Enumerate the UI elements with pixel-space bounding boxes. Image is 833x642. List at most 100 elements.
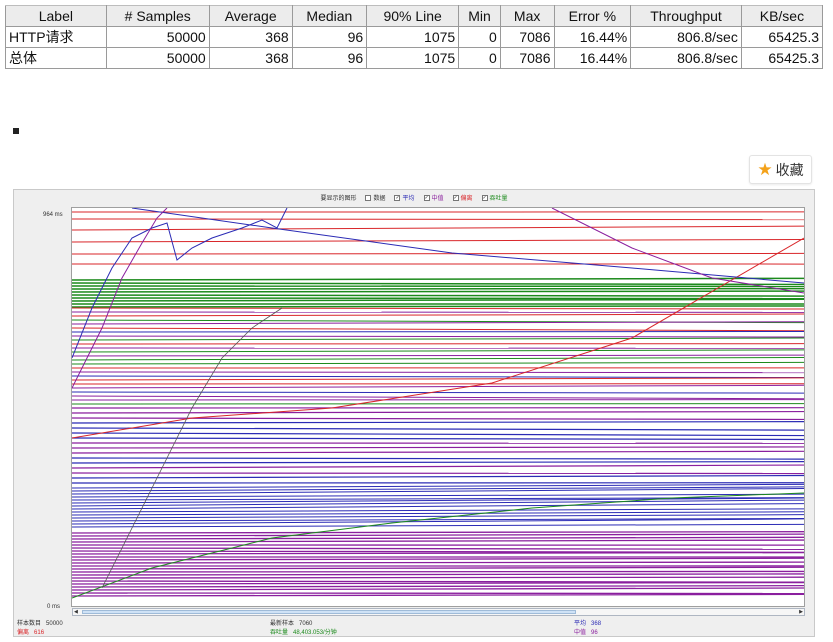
graph-line [72, 354, 804, 357]
table-cell: 0 [458, 47, 501, 69]
median-line [72, 573, 804, 576]
column-header: # Samples [105, 5, 210, 27]
deviation-line [72, 238, 804, 243]
y-axis-min-label: 0 ms [47, 604, 61, 610]
legend-label: 偏离 [460, 196, 473, 202]
graph-line [72, 437, 804, 441]
median-line [72, 593, 804, 597]
table-cell: 50000 [105, 47, 210, 69]
legend-checkbox[interactable]: ✓ [423, 194, 430, 201]
table-cell: 7086 [499, 26, 555, 48]
average-line [72, 523, 804, 528]
legend-title: 要显示的图形 [320, 196, 357, 202]
graph-legend: 要显示的图形 数据 ✓ 平均 ✓ 中值 ✓ 偏离 ✓ 吞吐量 [14, 193, 814, 202]
stat-deviation: 偏离 616 [17, 630, 45, 636]
stat-average: 平均 368 [574, 621, 602, 627]
median-line [72, 580, 804, 583]
table-cell: 总体 [5, 47, 107, 69]
throughput-line [72, 305, 804, 308]
graph-line [72, 457, 804, 460]
median-line [72, 533, 804, 537]
graph-line [72, 474, 804, 479]
table-cell: 96 [291, 26, 368, 48]
table-cell: 368 [208, 26, 293, 48]
table-cell: 96 [291, 47, 368, 69]
table-cell: 806.8/sec [630, 47, 742, 69]
column-header: Label [5, 5, 107, 27]
median-curve [551, 208, 804, 294]
scroll-left-icon[interactable]: ◀ [74, 609, 78, 615]
table-row: HTTP请求 50000 368 96 1075 0 7086 16.44% 806.8/sec… [5, 26, 824, 48]
median-line [72, 557, 804, 561]
legend-label: 吞吐量 [489, 196, 508, 202]
graph-line [72, 391, 804, 394]
favorite-button[interactable]: ★ 收藏 [749, 155, 812, 184]
table-cell: HTTP请求 [5, 26, 107, 48]
median-line [72, 539, 804, 543]
throughput-line [72, 298, 804, 302]
graph-line [72, 313, 804, 317]
throughput-line [72, 297, 804, 300]
average-line [72, 514, 804, 519]
graph-lines [72, 208, 804, 599]
legend-checkbox[interactable]: ✓ [394, 194, 401, 201]
table-cell: 16.44% [553, 47, 632, 69]
graph-plot-area [71, 207, 805, 607]
column-header: Throughput [630, 5, 742, 27]
star-icon: ★ [757, 160, 773, 179]
deviation-line [72, 252, 804, 255]
table-cell: 16.44% [553, 26, 632, 48]
legend-label: 平均 [402, 196, 415, 202]
table-cell: 0 [458, 26, 501, 48]
legend-label: 数据 [373, 196, 386, 202]
scrollbar-thumb[interactable] [82, 610, 576, 614]
graph-line [72, 307, 804, 310]
median-line [72, 585, 804, 588]
graph-line [72, 327, 804, 332]
legend-item[interactable]: ✓ 中值 [423, 193, 444, 202]
legend-item[interactable]: 数据 [365, 193, 385, 202]
column-header: Max [499, 5, 555, 27]
aggregate-report-table: Label # Samples Average Median 90% Line Min Ma… [5, 5, 824, 69]
table-cell: 65425.3 [740, 26, 824, 48]
median-line [72, 576, 804, 579]
deviation-line [72, 225, 804, 231]
graph-line [72, 337, 804, 341]
column-header: 90% Line [366, 5, 460, 27]
legend-item[interactable]: ✓ 偏离 [452, 193, 473, 202]
legend-item[interactable]: ✓ 平均 [394, 193, 415, 202]
graph-line [72, 361, 804, 365]
legend-checkbox[interactable]: ✓ [481, 194, 488, 201]
scroll-right-icon[interactable]: ▶ [799, 609, 803, 615]
table-cell: 50000 [105, 26, 210, 48]
table-cell: 7086 [499, 47, 555, 69]
table-body: HTTP请求 50000 368 96 1075 0 7086 16.44% 806.8/sec… [5, 26, 824, 69]
column-header: Average [208, 5, 293, 27]
table-cell: 806.8/sec [630, 26, 742, 48]
graph-line [72, 461, 804, 464]
median-line [72, 587, 804, 591]
table-cell: 1075 [366, 26, 460, 48]
horizontal-scrollbar[interactable]: ◀ ▶ [72, 608, 805, 616]
list-bullet [13, 128, 19, 134]
table-row: 总体 50000 368 96 1075 0 7086 16.44% 806.8/sec 6542… [5, 47, 824, 69]
median-line [72, 551, 804, 555]
column-header: Min [458, 5, 501, 27]
legend-label: 中值 [431, 196, 444, 202]
legend-item[interactable]: ✓ 吞吐量 [481, 193, 508, 202]
median-line [72, 536, 804, 540]
graph-line [72, 395, 804, 400]
graph-results-panel: 要显示的图形 数据 ✓ 平均 ✓ 中值 ✓ 偏离 ✓ 吞吐量 964 ms 0 ms ◀ ▶ 样… [13, 189, 815, 637]
column-header: Error % [553, 5, 632, 27]
median-line [72, 531, 804, 534]
graph-line [72, 321, 804, 325]
average-line [72, 508, 804, 513]
graph-line [72, 450, 804, 454]
legend-checkbox[interactable] [365, 194, 372, 201]
legend-checkbox[interactable]: ✓ [452, 194, 459, 201]
stat-throughput: 吞吐量 48,403.053/分钟 [270, 630, 337, 636]
graph-line [72, 384, 804, 389]
median-line [72, 570, 804, 573]
throughput-line [72, 294, 804, 297]
stat-latest-sample: 最新样本 7060 [270, 621, 313, 627]
